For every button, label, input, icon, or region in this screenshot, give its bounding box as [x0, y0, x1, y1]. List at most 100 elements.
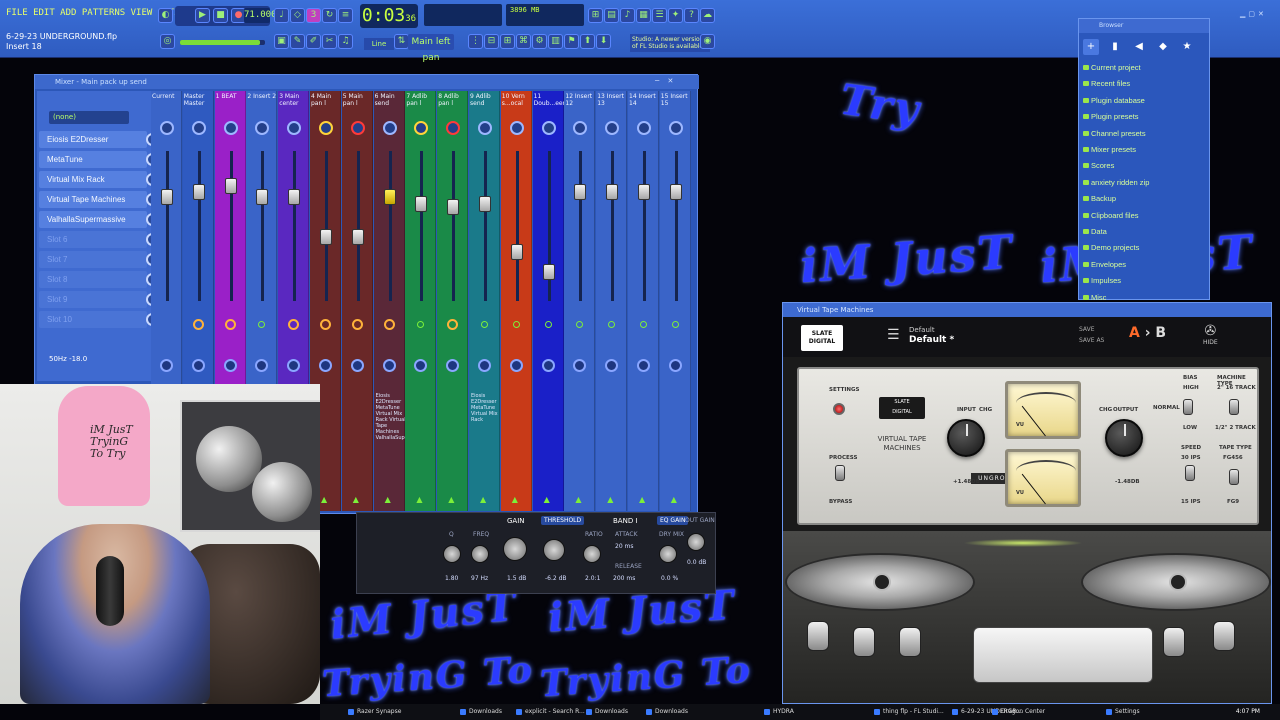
fx-indicator-icon[interactable]: [351, 319, 363, 330]
volume-fader[interactable]: [383, 188, 396, 205]
fx-indicator-icon[interactable]: [447, 319, 459, 330]
cloud-icon[interactable]: ☁: [700, 8, 715, 23]
browser-title[interactable]: Browser: [1079, 19, 1209, 33]
browser-folder[interactable]: Envelopes: [1082, 260, 1126, 269]
route-arrow-icon[interactable]: ▲: [544, 495, 550, 504]
fx-indicator-icon[interactable]: [288, 319, 300, 330]
route-arrow-icon[interactable]: ▲: [448, 495, 454, 504]
stereo-separation-knob[interactable]: [382, 359, 396, 372]
stereo-separation-knob[interactable]: [509, 359, 523, 372]
volume-fader[interactable]: [669, 184, 682, 200]
effect-slot[interactable]: Virtual Mix Rack: [39, 171, 169, 188]
fx-indicator-icon[interactable]: [192, 319, 204, 330]
strip-pan-knob[interactable]: [509, 121, 524, 135]
master-volume-icon[interactable]: ◎: [160, 34, 175, 49]
stereo-separation-knob[interactable]: [668, 359, 682, 372]
strip-pan-knob[interactable]: [350, 121, 365, 135]
stereo-separation-knob[interactable]: [573, 359, 587, 372]
strip-pan-knob[interactable]: [446, 121, 461, 135]
browser-folder[interactable]: Plugin database: [1083, 96, 1145, 105]
tool-icon[interactable]: ▥: [548, 34, 563, 49]
taskbar-item[interactable]: thing flp - FL Studi...: [874, 704, 944, 720]
effect-slot[interactable]: ValhallaSupermassive: [39, 211, 169, 228]
strip-pan-knob[interactable]: [573, 121, 588, 135]
fx-indicator-icon[interactable]: [258, 321, 266, 328]
speaker-icon[interactable]: ◀: [1131, 39, 1147, 55]
mixer-strip[interactable]: 13 Insert 13 ▲: [596, 91, 628, 511]
mixer-preset-select[interactable]: (none): [49, 111, 129, 124]
master-volume-slider[interactable]: [180, 40, 265, 45]
save-button[interactable]: SAVE: [1079, 324, 1104, 335]
stereo-separation-knob[interactable]: [446, 359, 460, 372]
playlist-icon[interactable]: ☰: [652, 8, 667, 23]
tool-icon[interactable]: ⚑: [564, 34, 579, 49]
browser-folder[interactable]: Backup: [1082, 194, 1116, 203]
plugin-icon[interactable]: ◆: [1155, 39, 1171, 55]
browser-folder[interactable]: Demo projects: [1082, 243, 1139, 252]
add-icon[interactable]: +: [1083, 39, 1099, 55]
browser-folder[interactable]: Mixer presets: [1082, 145, 1136, 154]
q-knob[interactable]: [443, 545, 461, 563]
volume-fader[interactable]: [288, 188, 301, 205]
stereo-separation-knob[interactable]: [255, 359, 269, 372]
effect-slot[interactable]: Slot 6: [39, 231, 169, 248]
tape-type-switch[interactable]: [1229, 469, 1239, 485]
tool-icon[interactable]: ⌘: [516, 34, 531, 49]
metronome-icon[interactable]: ♩: [274, 8, 289, 23]
strip-pan-knob[interactable]: [605, 121, 620, 135]
stereo-separation-knob[interactable]: [287, 359, 301, 372]
fx-indicator-icon[interactable]: [544, 321, 552, 328]
route-arrow-icon[interactable]: ▲: [671, 495, 677, 504]
mixer-strip[interactable]: 5 Main pan l ▲: [341, 91, 373, 511]
tool-icon[interactable]: ⋮: [468, 34, 483, 49]
strip-pan-knob[interactable]: [287, 121, 302, 135]
volume-fader[interactable]: [479, 196, 491, 212]
volume-fader[interactable]: [574, 184, 587, 200]
volume-fader[interactable]: [320, 229, 332, 245]
mixer-strip[interactable]: 12 Insert 12 ▲: [564, 91, 596, 511]
volume-fader[interactable]: [192, 184, 205, 200]
route-arrow-icon[interactable]: ▲: [512, 495, 518, 504]
mixer-strip[interactable]: 8 Adlib pan l ▲: [437, 91, 469, 511]
taskbar-item[interactable]: Downloads: [460, 704, 502, 720]
fx-indicator-icon[interactable]: [576, 321, 584, 328]
route-arrow-icon[interactable]: ▲: [575, 495, 581, 504]
fx-indicator-icon[interactable]: [224, 319, 236, 330]
strip-pan-knob[interactable]: [191, 121, 206, 135]
browser-folder[interactable]: Scores: [1082, 161, 1114, 170]
input-knob[interactable]: [947, 419, 985, 457]
mixer-strip[interactable]: 14 Insert 14 ▲: [628, 91, 659, 511]
strip-pan-knob[interactable]: [223, 121, 238, 135]
route-arrow-icon[interactable]: ▲: [607, 495, 613, 504]
strip-pan-knob[interactable]: [414, 121, 429, 135]
browser-folder[interactable]: anxiety ridden zip: [1082, 178, 1149, 187]
tool-icon[interactable]: ⊟: [484, 34, 499, 49]
time-display[interactable]: 0:0336: [360, 4, 418, 28]
plugin-picker-icon[interactable]: ✦: [668, 8, 683, 23]
wait-icon[interactable]: ◇: [290, 8, 305, 23]
ratio-knob[interactable]: [583, 545, 601, 563]
out-gain-knob[interactable]: [687, 533, 705, 551]
fx-indicator-icon[interactable]: [481, 321, 488, 328]
bias-switch[interactable]: [1183, 399, 1193, 415]
stereo-separation-knob[interactable]: [478, 359, 491, 372]
route-arrow-icon[interactable]: ▲: [321, 495, 327, 504]
tool-icon[interactable]: ⬆: [580, 34, 595, 49]
browser-folder[interactable]: Plugin presets: [1083, 112, 1139, 121]
help-icon[interactable]: ?: [684, 8, 699, 23]
browser-folder[interactable]: Recent files: [1082, 79, 1130, 88]
effect-slot[interactable]: MetaTune: [39, 151, 169, 168]
tool-icon[interactable]: ⬇: [596, 34, 611, 49]
taskbar-item[interactable]: Downloads: [586, 704, 628, 720]
star-icon[interactable]: ★: [1179, 39, 1195, 55]
mixer-window-icon[interactable]: ⊞: [588, 8, 603, 23]
browser-icon[interactable]: ▦: [636, 8, 651, 23]
ab-compare[interactable]: A › B: [1129, 325, 1166, 341]
mixer-strip[interactable]: 15 Insert 15 ▲: [659, 91, 691, 511]
strip-pan-knob[interactable]: [319, 121, 333, 135]
stereo-separation-knob[interactable]: [605, 359, 619, 372]
stop-icon[interactable]: ■: [213, 8, 228, 23]
channel-rack-icon[interactable]: ▤: [604, 8, 619, 23]
fx-indicator-icon[interactable]: [608, 321, 616, 328]
effect-slot[interactable]: Slot 7: [39, 251, 169, 268]
